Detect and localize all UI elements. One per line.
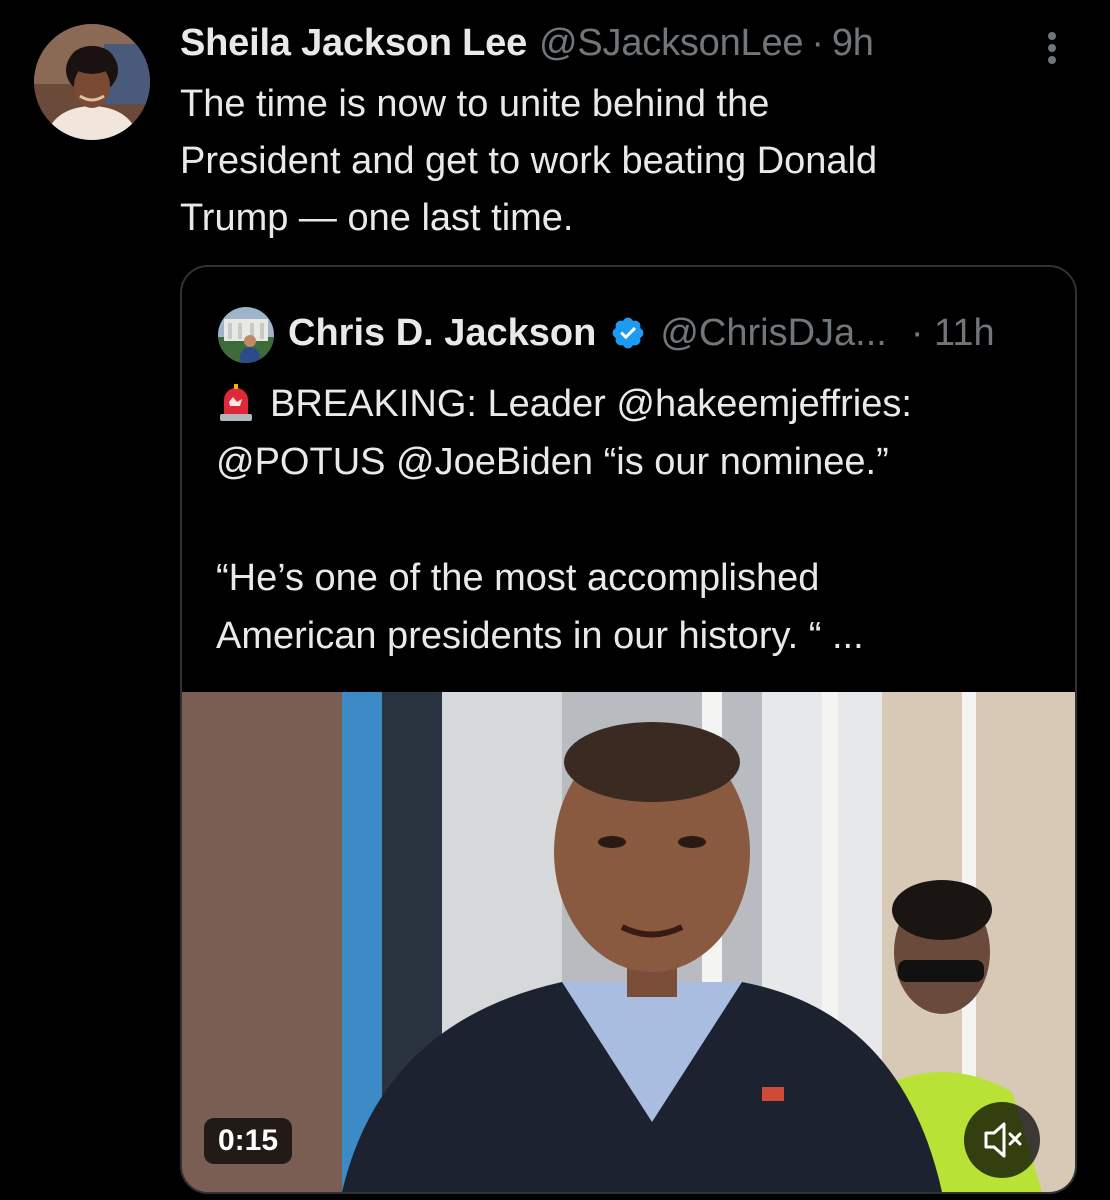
quoted-tweet-time[interactable]: · 11h xyxy=(911,312,995,355)
vertical-ellipsis-icon[interactable] xyxy=(1032,24,1072,74)
quoted-text-line: BREAKING: Leader @hakeemjeffries: xyxy=(216,375,1056,433)
author-name[interactable]: Sheila Jackson Lee xyxy=(180,22,527,65)
tweet-header: Sheila Jackson Lee @SJacksonLee · 9h xyxy=(180,18,874,68)
quoted-author-avatar[interactable] xyxy=(218,307,274,363)
quoted-text-line: @POTUS @JoeBiden “is our nominee.” xyxy=(216,441,889,483)
quoted-text-line: American presidents in our history. “ ..… xyxy=(216,615,864,657)
tweet-time[interactable]: 9h xyxy=(832,22,874,65)
verified-badge-icon xyxy=(610,315,646,351)
quoted-text-line xyxy=(216,491,1056,549)
tweet-text-line: Trump — one last time. xyxy=(180,197,574,239)
tweet-text-line: The time is now to unite behind the xyxy=(180,83,770,125)
tweet[interactable]: Sheila Jackson Lee @SJacksonLee · 9h The… xyxy=(0,0,1110,1200)
quoted-author-handle[interactable]: @ChrisDJa... xyxy=(660,312,887,355)
separator-dot: · xyxy=(811,21,824,64)
rotating-light-icon xyxy=(216,381,256,421)
quoted-author-name[interactable]: Chris D. Jackson xyxy=(288,312,596,355)
quoted-text-line: “He’s one of the most accomplished xyxy=(216,557,820,599)
quoted-text: BREAKING: Leader @hakeemjeffries: xyxy=(270,383,912,425)
speaker-muted-icon[interactable] xyxy=(964,1102,1040,1178)
tweet-text-line: President and get to work beating Donald xyxy=(180,140,878,182)
quoted-tweet-header: Chris D. Jackson @ChrisDJa... · 11h xyxy=(288,305,995,361)
video-duration: 0:15 xyxy=(204,1118,293,1164)
tweet-text: The time is now to unite behind the Pres… xyxy=(180,76,1040,247)
video-player[interactable] xyxy=(182,692,1075,1192)
author-avatar[interactable] xyxy=(34,24,150,140)
quoted-tweet-text: BREAKING: Leader @hakeemjeffries: @POTUS… xyxy=(216,375,1056,665)
author-handle[interactable]: @SJacksonLee xyxy=(539,22,804,65)
quoted-tweet[interactable]: Chris D. Jackson @ChrisDJa... · 11h BREA… xyxy=(180,265,1077,1194)
